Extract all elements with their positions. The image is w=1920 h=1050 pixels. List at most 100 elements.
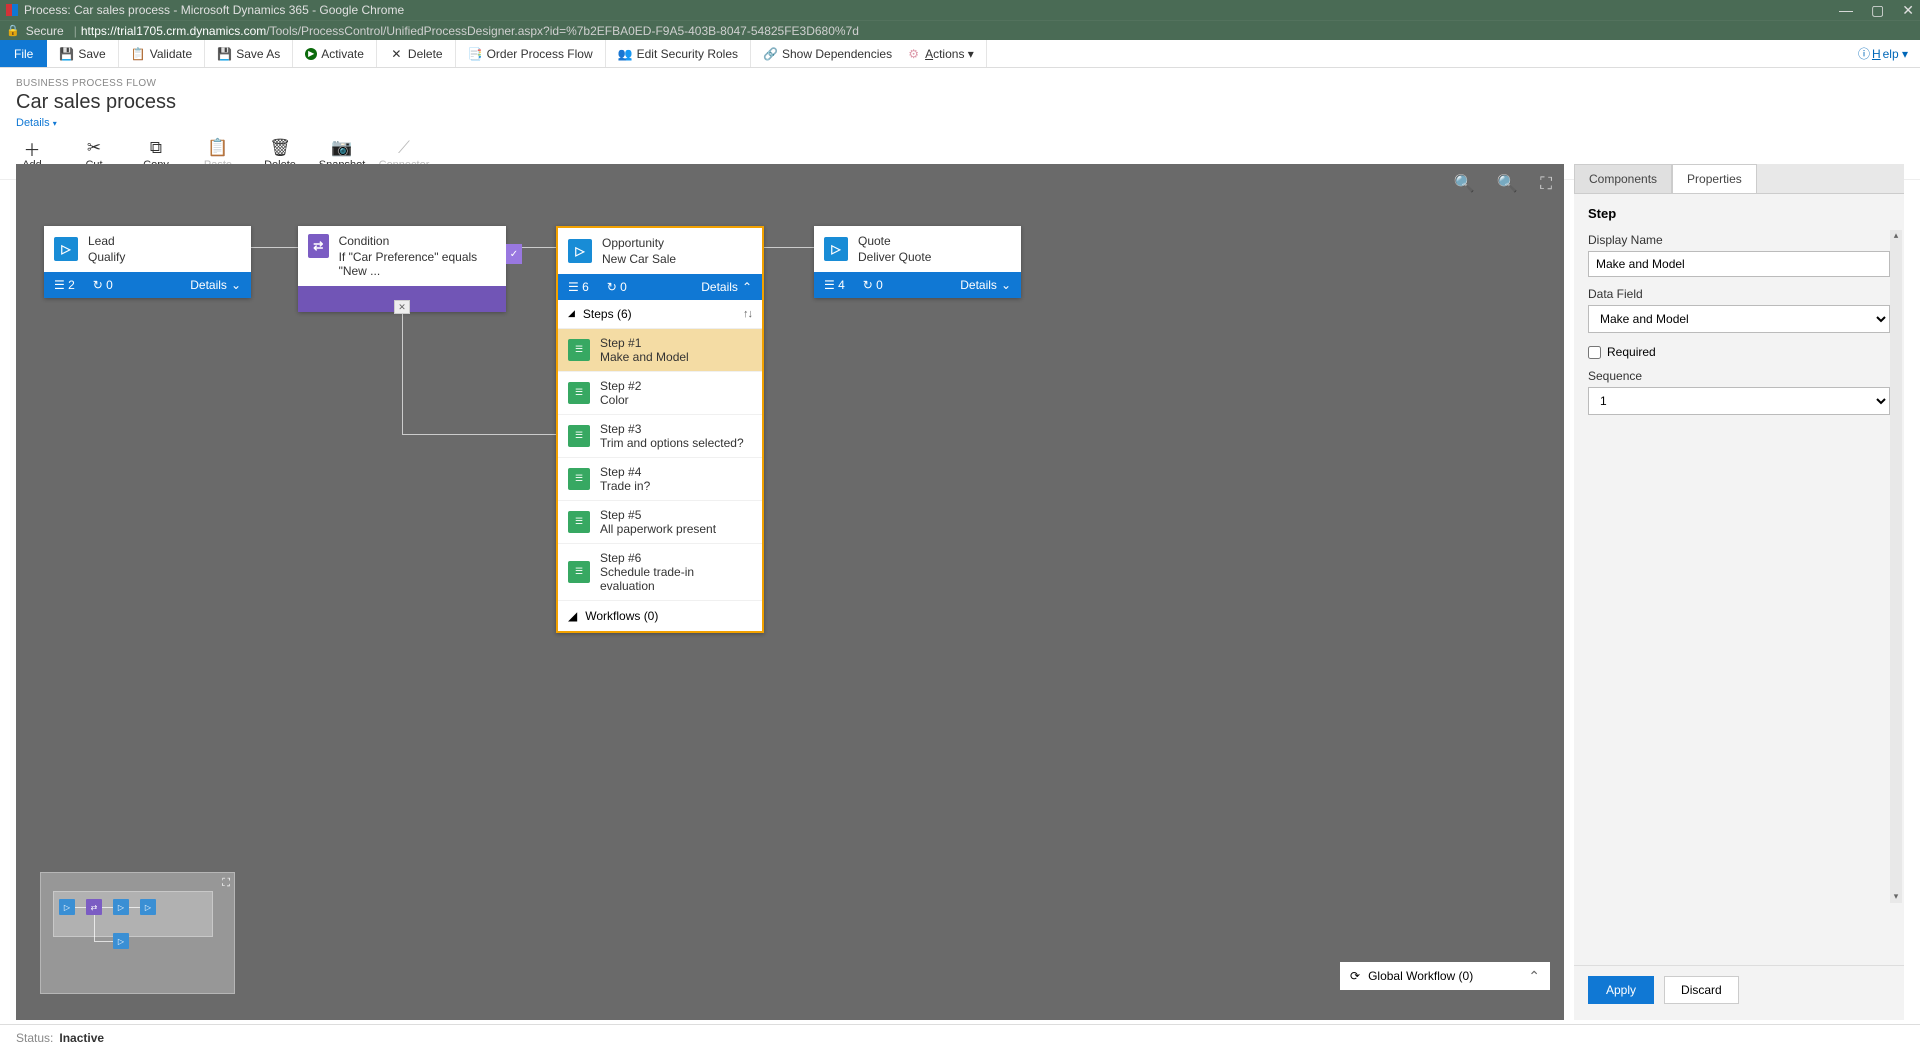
chevron-down-icon: ⌄ bbox=[231, 278, 241, 292]
steps-count: ☰ 4 bbox=[824, 278, 845, 292]
display-name-input[interactable] bbox=[1588, 251, 1890, 277]
global-workflow-bar[interactable]: ⟳ Global Workflow (0) ⌃ bbox=[1340, 962, 1550, 990]
sequence-select[interactable]: 1 bbox=[1588, 387, 1890, 415]
edit-security-roles-button[interactable]: 👥Edit Security Roles bbox=[614, 40, 742, 67]
condition-title: Condition bbox=[339, 234, 496, 250]
minimap-edge bbox=[129, 907, 140, 908]
file-menu[interactable]: File bbox=[0, 40, 47, 67]
display-name-label: Display Name bbox=[1588, 233, 1890, 247]
branch-false-icon[interactable]: ✕ bbox=[394, 300, 410, 314]
stage-lead[interactable]: ▷ Lead Qualify ☰ 2 ↻ 0 Details ⌄ bbox=[44, 226, 251, 298]
minimap-edge bbox=[102, 907, 113, 908]
minimap-viewport[interactable] bbox=[53, 891, 213, 937]
maximize-icon[interactable]: ▢ bbox=[1871, 3, 1884, 17]
minimap-node: ▷ bbox=[59, 899, 75, 915]
delete-button[interactable]: ✕Delete bbox=[385, 40, 447, 67]
required-checkbox[interactable] bbox=[1588, 346, 1601, 359]
minimap[interactable]: ⛶ ▷ ⇄ ▷ ▷ ▷ bbox=[40, 872, 235, 994]
step-item-4[interactable]: ☰ Step #4Trade in? bbox=[558, 458, 762, 501]
stage-title: Opportunity bbox=[602, 236, 676, 252]
paste-icon: 📋 bbox=[207, 137, 228, 159]
close-icon[interactable]: ✕ bbox=[1902, 3, 1914, 17]
step-icon: ☰ bbox=[568, 425, 590, 447]
stage-icon: ▷ bbox=[568, 239, 592, 263]
zoom-in-icon[interactable]: 🔍 bbox=[1497, 174, 1518, 194]
details-toggle[interactable]: Details ▾ bbox=[16, 117, 57, 129]
global-workflow-label: Global Workflow (0) bbox=[1368, 969, 1473, 983]
workflows-header[interactable]: ◢ Workflows (0) bbox=[558, 601, 762, 631]
branch-true-icon[interactable]: ✓ bbox=[506, 244, 522, 264]
stage-details-toggle[interactable]: Details ⌃ bbox=[701, 280, 752, 294]
step-item-2[interactable]: ☰ Step #2Color bbox=[558, 372, 762, 415]
step-item-5[interactable]: ☰ Step #5All paperwork present bbox=[558, 501, 762, 544]
activate-button[interactable]: ▶Activate bbox=[301, 40, 368, 67]
breadcrumb: BUSINESS PROCESS FLOW bbox=[16, 78, 1904, 89]
connector-edge bbox=[251, 247, 298, 248]
panel-section-title: Step bbox=[1588, 206, 1890, 221]
save-icon: 💾 bbox=[59, 46, 74, 61]
minimap-node: ▷ bbox=[113, 899, 129, 915]
status-value: Inactive bbox=[59, 1031, 104, 1045]
actions-menu[interactable]: ⚙Actions ▾ bbox=[902, 40, 978, 67]
stage-subtitle: Qualify bbox=[88, 250, 125, 264]
url-path: /Tools/ProcessControl/UnifiedProcessDesi… bbox=[266, 24, 859, 38]
window-title: Process: Car sales process - Microsoft D… bbox=[24, 3, 1839, 17]
help-icon: ⓘ bbox=[1858, 45, 1870, 62]
stage-condition[interactable]: ⇄ Condition If "Car Preference" equals "… bbox=[298, 226, 506, 312]
scroll-up-icon[interactable]: ▴ bbox=[1890, 230, 1902, 242]
steps-count: ☰ 2 bbox=[54, 278, 75, 292]
step-item-3[interactable]: ☰ Step #3Trim and options selected? bbox=[558, 415, 762, 458]
page-title: Car sales process bbox=[16, 91, 1904, 114]
step-icon: ☰ bbox=[568, 511, 590, 533]
apply-button[interactable]: Apply bbox=[1588, 976, 1654, 1004]
scroll-down-icon[interactable]: ▾ bbox=[1890, 891, 1902, 903]
minimap-expand-icon[interactable]: ⛶ bbox=[222, 877, 230, 890]
reorder-icon[interactable]: ↑↓ bbox=[743, 308, 752, 320]
page-header: BUSINESS PROCESS FLOW Car sales process … bbox=[0, 68, 1920, 133]
stage-opportunity[interactable]: ▷ Opportunity New Car Sale ☰ 6 ↻ 0 Detai… bbox=[556, 226, 764, 633]
minimap-node: ⇄ bbox=[86, 899, 102, 915]
copy-icon: ⧉ bbox=[150, 137, 162, 159]
chevron-up-icon: ⌃ bbox=[742, 280, 752, 294]
minimap-node: ▷ bbox=[113, 933, 129, 949]
step-icon: ☰ bbox=[568, 339, 590, 361]
minimize-icon[interactable]: — bbox=[1839, 3, 1853, 17]
required-label: Required bbox=[1607, 345, 1656, 359]
stage-title: Lead bbox=[88, 234, 125, 250]
window-titlebar: Process: Car sales process - Microsoft D… bbox=[0, 0, 1920, 20]
ribbon-toolbar: File 💾Save 📋Validate 💾Save As ▶Activate … bbox=[0, 40, 1920, 68]
help-link[interactable]: ⓘ Help ▾ bbox=[1846, 40, 1920, 67]
minimap-edge bbox=[94, 941, 113, 942]
tab-properties[interactable]: Properties bbox=[1672, 164, 1757, 193]
order-process-flow-button[interactable]: 📑Order Process Flow bbox=[464, 40, 597, 67]
workflow-count: ↻ 0 bbox=[93, 278, 113, 292]
stage-details-toggle[interactable]: Details ⌄ bbox=[190, 278, 241, 292]
stage-details-toggle[interactable]: Details ⌄ bbox=[960, 278, 1011, 292]
step-item-6[interactable]: ☰ Step #6Schedule trade-in evaluation bbox=[558, 544, 762, 601]
tab-components[interactable]: Components bbox=[1574, 164, 1672, 193]
save-as-button[interactable]: 💾Save As bbox=[213, 40, 284, 67]
activate-icon: ▶ bbox=[305, 48, 317, 60]
security-icon: 👥 bbox=[618, 46, 633, 61]
data-field-select[interactable]: Make and Model bbox=[1588, 305, 1890, 333]
save-button[interactable]: 💾Save bbox=[55, 40, 109, 67]
stage-title: Quote bbox=[858, 234, 931, 250]
lock-icon: 🔒 bbox=[6, 24, 20, 37]
minimap-edge bbox=[94, 915, 95, 941]
stage-quote[interactable]: ▷ Quote Deliver Quote ☰ 4 ↻ 0 Details ⌄ bbox=[814, 226, 1021, 298]
steps-header[interactable]: ◢ Steps (6) ↑↓ bbox=[558, 300, 762, 329]
step-icon: ☰ bbox=[568, 468, 590, 490]
show-dependencies-button[interactable]: 🔗Show Dependencies bbox=[759, 40, 896, 67]
minimap-edge bbox=[75, 907, 86, 908]
step-item-1[interactable]: ☰ Step #1Make and Model bbox=[558, 329, 762, 372]
fit-screen-icon[interactable]: ⛶ bbox=[1540, 174, 1552, 194]
camera-icon: 📷 bbox=[331, 137, 352, 159]
discard-button[interactable]: Discard bbox=[1664, 976, 1739, 1004]
zoom-out-icon[interactable]: 🔍 bbox=[1454, 174, 1475, 194]
panel-scrollbar[interactable]: ▴ ▾ bbox=[1890, 230, 1902, 903]
workflow-count: ↻ 0 bbox=[863, 278, 883, 292]
chevron-down-icon: ▾ bbox=[53, 119, 57, 128]
process-canvas[interactable]: 🔍 🔍 ⛶ ▷ Lead Qualify ☰ 2 ↻ 0 Details ⌄ ⇄ bbox=[16, 164, 1564, 1020]
dependencies-icon: 🔗 bbox=[763, 46, 778, 61]
validate-button[interactable]: 📋Validate bbox=[127, 40, 196, 67]
